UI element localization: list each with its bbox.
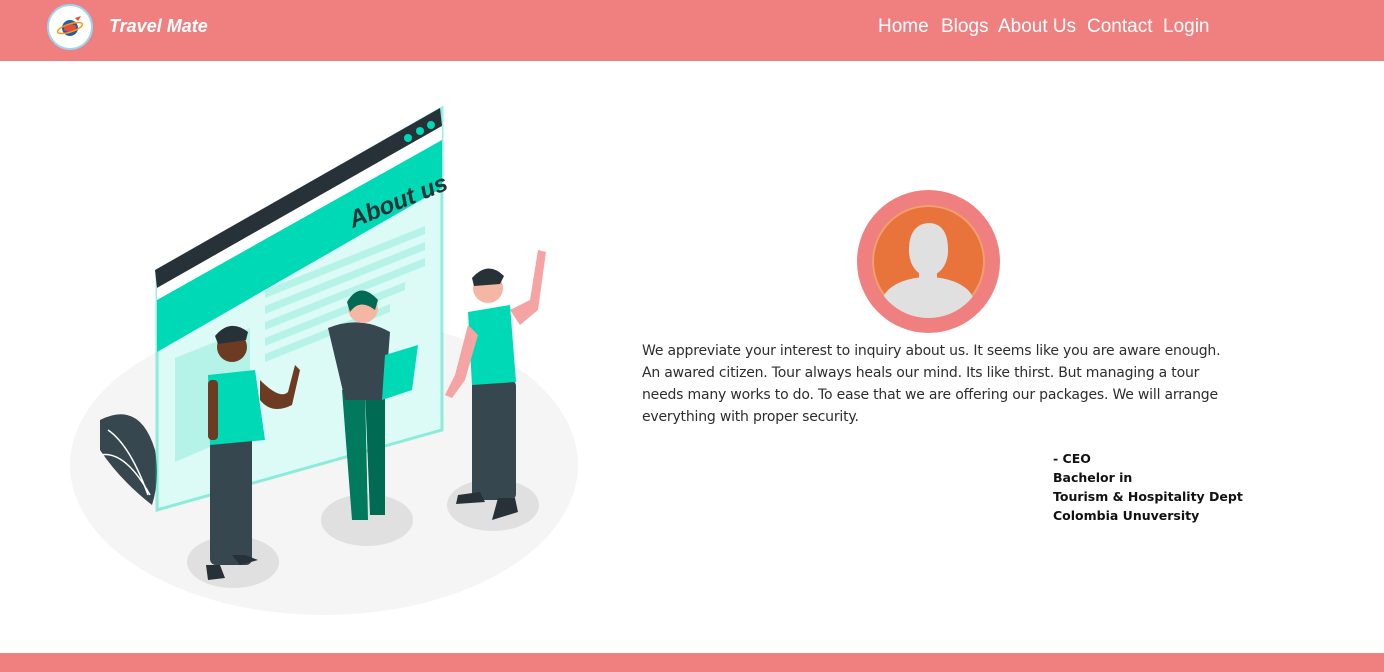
- signature-block: - CEO Bachelor in Tourism & Hospitality …: [1053, 449, 1243, 525]
- user-silhouette-icon: [882, 223, 974, 318]
- footer-bar: [0, 653, 1384, 672]
- brand-name[interactable]: Travel Mate: [109, 16, 208, 37]
- nav-contact[interactable]: Contact: [1087, 16, 1152, 38]
- about-text: We appreviate your interest to inquiry a…: [642, 343, 1221, 425]
- logo[interactable]: [47, 4, 93, 50]
- signature-line: Bachelor in: [1053, 470, 1133, 485]
- navbar: Travel Mate Home Blogs About Us Contact …: [0, 0, 1384, 61]
- nav-blogs[interactable]: Blogs: [941, 16, 989, 38]
- nav-login[interactable]: Login: [1163, 16, 1210, 38]
- nav-home[interactable]: Home: [878, 16, 929, 38]
- team-about-us-illustration: About us: [70, 105, 578, 615]
- avatar-inner: [872, 205, 985, 318]
- nav-about-us[interactable]: About Us: [998, 16, 1076, 38]
- ceo-avatar: [857, 190, 1000, 333]
- signature-line: - CEO: [1053, 451, 1091, 466]
- signature-line: Colombia Unuversity: [1053, 508, 1200, 523]
- globe-plane-icon: [56, 16, 84, 36]
- signature-line: Tourism & Hospitality Dept: [1053, 489, 1243, 504]
